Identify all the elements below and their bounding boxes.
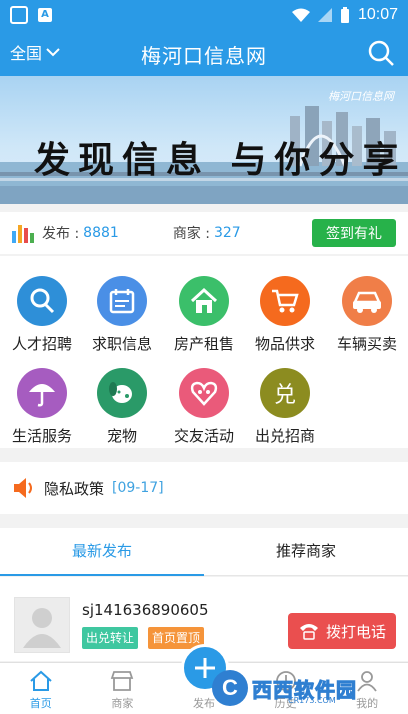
- category-label: 人才招聘: [11, 335, 72, 353]
- category-label: 物品供求: [254, 335, 315, 353]
- car-icon: [342, 276, 392, 326]
- category-vehicles[interactable]: 车辆买卖: [325, 276, 408, 354]
- listing-title: sj141636890605: [82, 601, 209, 619]
- cart-icon: [260, 276, 310, 326]
- dui-glyph-icon: 兑: [260, 368, 310, 418]
- wifi-icon: [291, 8, 310, 22]
- category-recruitment[interactable]: 人才招聘: [0, 276, 84, 354]
- category-transfer[interactable]: 兑 出兑招商: [243, 368, 327, 446]
- bar-chart-icon: [12, 225, 34, 243]
- notice-text: 隐私政策: [44, 479, 105, 498]
- notice-date: [09-17]: [112, 480, 164, 496]
- category-grid: 人才招聘 求职信息 房产租售 物品供求 车辆买卖 生活服务 宠物 交友活动 兑 …: [0, 256, 408, 448]
- heart-icon: [179, 368, 229, 418]
- tab-latest[interactable]: 最新发布: [0, 528, 204, 576]
- magnifier-icon: [17, 276, 67, 326]
- category-label: 宠物: [106, 427, 137, 445]
- dog-icon: [97, 368, 147, 418]
- user-placeholder-icon: [23, 608, 61, 648]
- tag-transfer: 出兑转让: [82, 627, 139, 649]
- merchant-count: 327: [213, 225, 241, 241]
- stats-bar: 发布 : 8881 商家 : 327 签到有礼: [0, 212, 408, 254]
- category-job-seeking[interactable]: 求职信息: [80, 276, 164, 354]
- speaker-icon: [14, 478, 32, 498]
- watermark: C 西西软件园 CR173.COM: [212, 666, 408, 710]
- notice-bar[interactable]: 隐私政策 [09-17]: [0, 462, 408, 514]
- publish-label: 发布 :: [42, 226, 80, 242]
- category-goods[interactable]: 物品供求: [243, 276, 327, 354]
- app-bar: 全国 梅河口信息网: [0, 30, 408, 76]
- avatar: [14, 597, 70, 653]
- battery-icon: [340, 7, 349, 23]
- category-label: 房产租售: [173, 335, 234, 353]
- banner-logo: 梅河口信息网: [328, 90, 394, 103]
- watermark-mark: C: [212, 670, 248, 706]
- house-icon: [179, 276, 229, 326]
- category-social[interactable]: 交友活动: [162, 368, 246, 446]
- shop-icon: [111, 671, 134, 691]
- category-label: 生活服务: [11, 427, 72, 445]
- category-label: 求职信息: [91, 335, 152, 353]
- category-label: 交友活动: [173, 427, 234, 445]
- call-button[interactable]: 拨打电话: [288, 613, 396, 649]
- watermark-url: CR173.COM: [288, 696, 336, 705]
- category-label: 车辆买卖: [336, 335, 397, 353]
- signal-icon: [317, 8, 332, 22]
- tab-recommended-merchants[interactable]: 推荐商家: [204, 528, 408, 575]
- page-title: 梅河口信息网: [141, 44, 267, 68]
- nav-home[interactable]: 首页: [0, 663, 82, 714]
- category-real-estate[interactable]: 房产租售: [162, 276, 246, 354]
- clock: 10:07: [357, 6, 398, 23]
- merchant-label: 商家 :: [172, 226, 210, 242]
- banner-slogan: 发现信息 与你分享: [34, 139, 407, 181]
- status-bar: A 10:07: [0, 0, 408, 30]
- phone-icon: [299, 624, 318, 640]
- publish-count: 8881: [83, 225, 119, 241]
- notification-icon: [10, 6, 28, 24]
- search-icon[interactable]: [366, 38, 396, 68]
- call-label: 拨打电话: [325, 622, 386, 641]
- nav-label: 首页: [29, 697, 52, 710]
- umbrella-icon: [17, 368, 67, 418]
- category-label: 出兑招商: [254, 427, 315, 445]
- app-badge-icon: A: [38, 8, 52, 22]
- content-tabs: 最新发布 推荐商家: [0, 528, 408, 576]
- home-icon: [30, 670, 52, 691]
- nav-label: 商家: [111, 697, 134, 710]
- banner[interactable]: 发现信息 与你分享 梅河口信息网: [0, 76, 408, 204]
- category-life-services[interactable]: 生活服务: [0, 368, 84, 446]
- checkin-button[interactable]: 签到有礼: [312, 219, 396, 247]
- calendar-icon: [97, 276, 147, 326]
- category-pets[interactable]: 宠物: [80, 368, 164, 446]
- nav-merchants[interactable]: 商家: [82, 663, 164, 714]
